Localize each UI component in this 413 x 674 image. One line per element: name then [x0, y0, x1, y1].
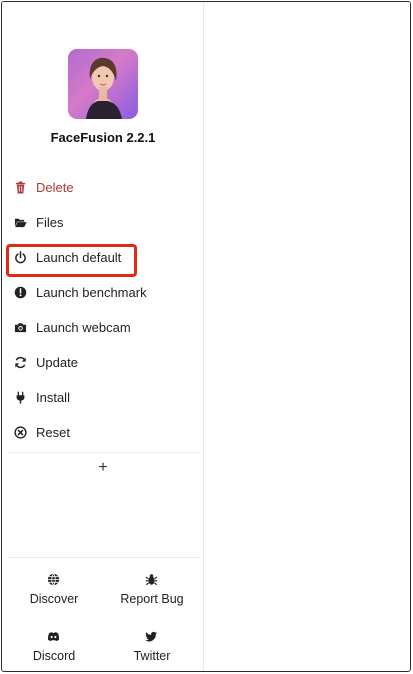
power-icon — [13, 251, 27, 265]
menu-item-label: Delete — [36, 180, 74, 195]
menu-item-delete[interactable]: Delete — [2, 170, 204, 205]
sidebar: FaceFusion 2.2.1 Delete Files Launch def… — [2, 2, 204, 671]
menu-item-launch-webcam[interactable]: Launch webcam — [2, 310, 204, 345]
facefusion-app-icon — [68, 49, 138, 119]
footer-item-discover[interactable]: Discover — [6, 573, 102, 606]
camera-icon — [13, 321, 27, 335]
menu-item-label: Install — [36, 390, 70, 405]
discord-icon — [47, 630, 61, 644]
circle-x-icon — [13, 426, 27, 440]
globe-icon — [47, 573, 61, 587]
footer-item-discord[interactable]: Discord — [6, 630, 102, 663]
menu-item-label: Update — [36, 355, 78, 370]
menu-item-label: Reset — [36, 425, 70, 440]
footer-item-label: Discover — [29, 592, 79, 606]
twitter-icon — [145, 630, 159, 644]
folder-open-icon — [13, 216, 27, 230]
plug-icon — [13, 391, 27, 405]
footer-item-report-bug[interactable]: Report Bug — [104, 573, 200, 606]
footer-item-label: Report Bug — [120, 592, 184, 606]
bug-icon — [145, 573, 159, 587]
app-window: FaceFusion 2.2.1 Delete Files Launch def… — [1, 1, 411, 672]
sidebar-footer: Discover Report Bug Discord Twitter — [2, 558, 204, 671]
trash-icon — [13, 181, 27, 195]
divider — [8, 452, 200, 453]
menu-item-files[interactable]: Files — [2, 205, 204, 240]
menu-item-label: Launch default — [36, 250, 122, 265]
menu-item-launch-default[interactable]: Launch default — [2, 240, 204, 277]
menu-item-launch-benchmark[interactable]: Launch benchmark — [2, 275, 204, 310]
gauge-icon — [13, 286, 27, 300]
app-title: FaceFusion 2.2.1 — [50, 130, 156, 145]
menu-item-reset[interactable]: Reset — [2, 415, 204, 450]
sidebar-menu: Delete Files Launch default Launch bench… — [2, 170, 204, 450]
add-button[interactable]: + — [92, 457, 114, 479]
menu-item-update[interactable]: Update — [2, 345, 204, 380]
menu-item-label: Launch benchmark — [36, 285, 147, 300]
menu-item-label: Files — [36, 215, 64, 230]
refresh-icon — [13, 356, 27, 370]
footer-item-twitter[interactable]: Twitter — [104, 630, 200, 663]
footer-item-label: Twitter — [133, 649, 171, 663]
menu-item-label: Launch webcam — [36, 320, 131, 335]
main-content-area — [204, 2, 410, 671]
footer-item-label: Discord — [32, 649, 76, 663]
menu-item-install[interactable]: Install — [2, 380, 204, 415]
